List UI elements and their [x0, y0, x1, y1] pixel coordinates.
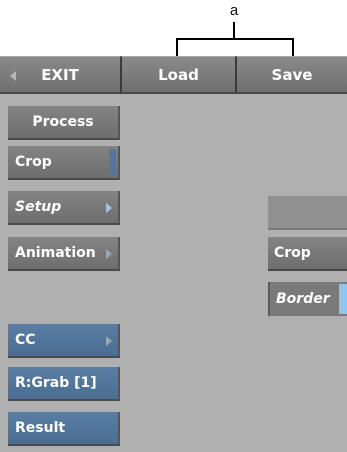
crop-label: Crop	[15, 154, 52, 170]
callout-bracket-top	[176, 38, 294, 40]
menu-panel: EXIT Load Save Process Crop Setup Animat…	[0, 56, 347, 452]
result-label: Result	[15, 420, 66, 436]
callout-stem	[233, 22, 235, 39]
grab-label: R:Grab [1]	[15, 375, 97, 391]
cc-menu[interactable]: CC	[8, 324, 120, 358]
animation-label: Animation	[15, 245, 96, 261]
arrow-right-icon	[106, 249, 112, 259]
crop-mode-button[interactable]: Crop	[268, 237, 347, 271]
setup-label: Setup	[15, 199, 62, 215]
grab-button[interactable]: R:Grab [1]	[8, 367, 120, 401]
load-button[interactable]: Load	[122, 56, 237, 94]
border-color-field[interactable]: Border	[268, 282, 347, 316]
callout-label: a	[229, 2, 239, 19]
arrow-right-icon	[106, 203, 112, 213]
result-button[interactable]: Result	[8, 412, 120, 446]
process-button[interactable]: Process	[8, 106, 120, 140]
save-button[interactable]: Save	[237, 56, 347, 94]
animation-menu[interactable]: Animation	[8, 237, 120, 271]
setup-menu[interactable]: Setup	[8, 191, 120, 225]
process-label: Process	[32, 114, 94, 130]
crop-mode-label: Crop	[274, 245, 311, 261]
toggle-indicator	[109, 149, 116, 176]
color-swatch[interactable]	[339, 284, 347, 314]
save-label: Save	[271, 65, 313, 84]
crop-button[interactable]: Crop	[8, 146, 120, 180]
exit-button[interactable]: EXIT	[0, 56, 122, 94]
arrow-right-icon	[106, 336, 112, 346]
arrow-left-icon	[10, 71, 16, 81]
callout-bracket-left	[176, 38, 178, 58]
border-label: Border	[276, 291, 330, 307]
cc-label: CC	[15, 332, 36, 348]
callout-bracket-right	[292, 38, 294, 58]
exit-label: EXIT	[41, 65, 79, 84]
load-label: Load	[158, 65, 199, 84]
empty-field	[268, 196, 347, 230]
